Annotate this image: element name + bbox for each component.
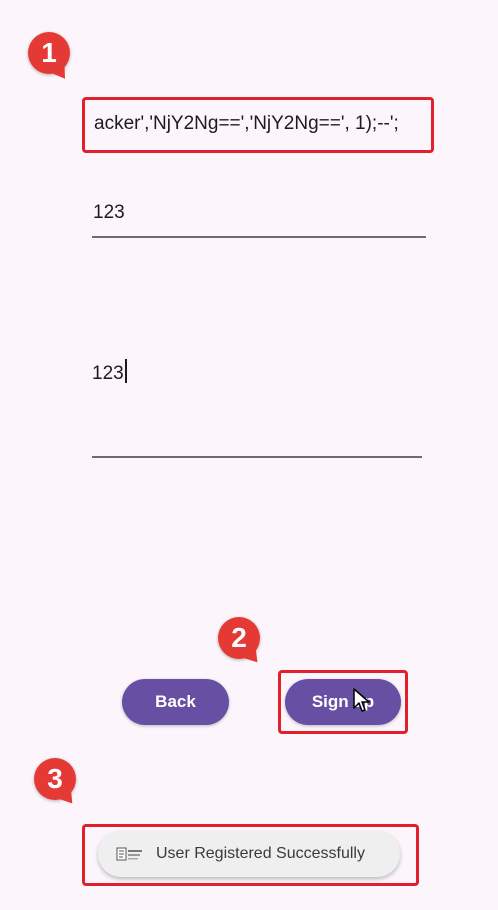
confirm-password-value: 123	[92, 363, 124, 384]
toast-notification: User Registered Successfully	[98, 831, 400, 877]
annotation-marker-1: 1	[28, 32, 73, 84]
mouse-cursor-icon	[353, 688, 370, 712]
confirm-password-field[interactable]: 123	[92, 359, 127, 385]
sign-up-button[interactable]: Sign up	[285, 679, 401, 725]
text-caret	[124, 359, 127, 383]
password-field[interactable]: 123	[93, 202, 125, 224]
annotation-number-3: 3	[47, 763, 63, 794]
toast-message: User Registered Successfully	[156, 845, 365, 862]
app-logo-icon	[116, 844, 144, 864]
confirm-password-underline	[92, 456, 422, 458]
annotation-number-1: 1	[41, 37, 57, 68]
password-underline	[92, 236, 426, 238]
annotation-number-2: 2	[231, 622, 247, 653]
back-button[interactable]: Back	[122, 679, 229, 725]
annotation-marker-3: 3	[34, 758, 80, 810]
password-value: 123	[93, 202, 125, 223]
username-field[interactable]: acker','NjY2Ng==','NjY2Ng==', 1);--';	[94, 113, 430, 135]
annotation-marker-2: 2	[218, 617, 265, 669]
back-button-label: Back	[155, 692, 196, 711]
username-value: acker','NjY2Ng==','NjY2Ng==', 1);--';	[94, 113, 399, 134]
